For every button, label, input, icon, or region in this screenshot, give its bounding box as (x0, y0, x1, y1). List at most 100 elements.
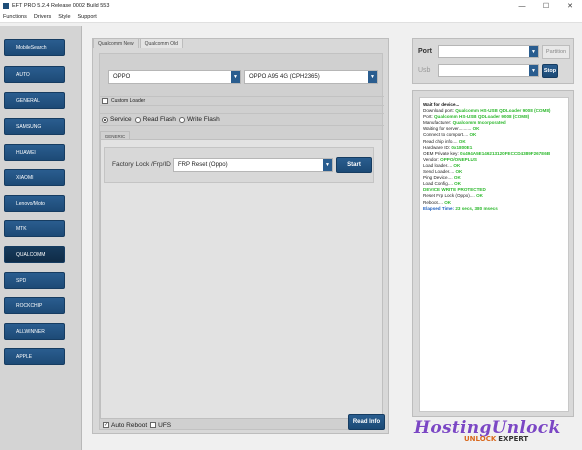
mode-service-label: Service (110, 116, 132, 123)
custom-loader-row: Custom Loader (100, 96, 384, 106)
log-line-value: OK (453, 162, 461, 168)
maximize-button[interactable]: ☐ (534, 0, 558, 12)
watermark-subtitle: UNLOCK EXPERT (464, 435, 528, 443)
mode-read-flash-label: Read Flash (142, 116, 176, 123)
port-label: Port (418, 48, 432, 55)
minimize-button[interactable]: — (510, 0, 534, 12)
log-line-value: Qualcomm Incorporated (452, 120, 506, 126)
sidebar-item-allwinner[interactable]: ALLWINNER (4, 323, 65, 340)
log-line-label: Hardware ID: (423, 144, 452, 150)
log-line-label: Connect to comport.... (423, 132, 470, 138)
log-line-label: OEM Private key: (423, 150, 461, 156)
chevron-down-icon: ▼ (529, 65, 538, 76)
log-line-label: Load loader.... (423, 162, 454, 168)
watermark: HostingUnlock UNLOCK EXPERT (410, 418, 578, 448)
log-line-value: OK (469, 132, 477, 138)
log-line-value: 23 secs, 380 msecs (455, 205, 498, 211)
auto-reboot-label: Auto Reboot (111, 421, 148, 429)
log-line-value: OK (458, 138, 466, 144)
tab-qualcomm-new[interactable]: Qualcomm New (93, 38, 139, 48)
port-select[interactable]: ▼ (438, 45, 539, 58)
menu-style[interactable]: Style (58, 14, 70, 20)
chevron-down-icon: ▼ (323, 159, 332, 171)
sidebar: MobileSearch AUTO GENERAL SAMSUNG HUAWEI… (0, 26, 82, 450)
custom-loader-checkbox[interactable] (102, 98, 108, 104)
frp-label: Factory Lock /Frp/ID (112, 161, 171, 168)
ufs-checkbox[interactable] (150, 422, 157, 428)
menu-functions[interactable]: Functions (3, 14, 27, 20)
chevron-down-icon: ▼ (529, 46, 538, 57)
log-line-value: OK (455, 169, 463, 175)
usb-select[interactable]: ▼ (438, 64, 539, 77)
brand-select[interactable]: OPPO ▼ (108, 70, 241, 84)
sidebar-item-general[interactable]: GENERAL (4, 92, 65, 109)
sidebar-item-xiaomi[interactable]: XIAOMI (4, 169, 65, 186)
stop-button[interactable]: Stop (542, 64, 558, 78)
log-line-value: Qualcomm HS-USB QDLoader 9008 (COM8) (455, 108, 551, 114)
tab-qualcomm-old[interactable]: Qualcomm Old (139, 38, 183, 48)
sidebar-item-lenovo-moto[interactable]: Lenovo/Moto (4, 195, 65, 212)
log-line-label: Load Config.... (423, 181, 455, 187)
log-line-value: OK (453, 175, 461, 181)
start-button[interactable]: Start (336, 157, 372, 173)
read-info-button[interactable]: Read Info (348, 414, 385, 430)
sidebar-item-samsung[interactable]: SAMSUNG (4, 118, 65, 135)
auto-reboot-checkbox[interactable]: ✓ (103, 422, 109, 428)
log-line-label: Send Loader.... (423, 169, 456, 175)
mode-write-flash-radio[interactable] (178, 116, 185, 123)
sidebar-item-apple[interactable]: APPLE (4, 348, 65, 365)
log-output: Wait for device... Download port: Qualcom… (419, 97, 569, 412)
log-line-value: OK (472, 126, 480, 132)
model-select-value: OPPO A95 4G (CPH2365) (249, 74, 320, 80)
model-select[interactable]: OPPO A95 4G (CPH2365) ▼ (244, 70, 378, 84)
log-line-label: Read chip info.... (423, 138, 459, 144)
log-line-value: 0x1800E1 (451, 144, 473, 150)
log-panel: Wait for device... Download port: Qualcom… (412, 90, 574, 417)
log-line-value: OPPO/ONEPLUS (440, 156, 477, 162)
port-panel: Port ▼ Partition Usb ▼ Stop (412, 38, 574, 84)
frp-panel: Factory Lock /Frp/ID FRP Reset (Oppo) ▼ … (104, 147, 374, 183)
watermark-unlock: UNLOCK (464, 435, 497, 443)
menu-support[interactable]: Support (78, 14, 97, 20)
log-line-label: Reboot.... (423, 199, 445, 205)
options-row: ✓ Auto Reboot UFS (100, 419, 384, 431)
log-line-label: DEVICE WRITE PROTECTED (423, 187, 486, 193)
sidebar-item-huawei[interactable]: HUAWEI (4, 144, 65, 161)
mode-read-flash-radio[interactable] (134, 116, 141, 123)
mode-service-radio[interactable] (102, 116, 108, 123)
sidebar-item-spd[interactable]: SPD (4, 272, 65, 289)
chevron-down-icon: ▼ (231, 71, 240, 83)
tab-content: OPPO ▼ OPPO A95 4G (CPH2365) ▼ Custom Lo… (99, 53, 385, 431)
title-bar: EFT PRO 5.2.4 Release 0002 Build 553 — ☐… (0, 0, 582, 12)
window-controls: — ☐ ✕ (510, 0, 582, 12)
window-title: EFT PRO 5.2.4 Release 0002 Build 553 (12, 3, 110, 9)
sidebar-item-auto[interactable]: AUTO (4, 66, 65, 83)
log-line-label: Reset Frp Lock (Oppo).... (423, 193, 477, 199)
watermark-expert: EXPERT (498, 435, 529, 443)
log-line-value: OK (476, 193, 483, 199)
menu-bar: Functions Drivers Style Support (0, 12, 582, 23)
log-line-label: Waiting for server.......... (423, 126, 473, 132)
frp-select[interactable]: FRP Reset (Oppo) ▼ (173, 158, 333, 172)
mode-write-flash-label: Write Flash (186, 116, 220, 123)
log-line-label: Ping Device.... (423, 175, 454, 181)
log-line-label: Vendor: (423, 156, 441, 162)
sidebar-item-rockchip[interactable]: ROCKCHIP (4, 297, 65, 314)
log-line-value: OK (454, 181, 462, 187)
sidebar-item-mobilesearch[interactable]: MobileSearch (4, 39, 65, 56)
log-line-value: OK (444, 199, 452, 205)
mode-row: Service Read Flash Write Flash (100, 113, 384, 126)
log-line: Elapsed Time: 23 secs, 380 msecs (423, 206, 565, 212)
brand-select-value: OPPO (113, 74, 131, 80)
ufs-label: UFS (158, 421, 172, 429)
log-line-value: 0x494A5E146213120FECCD4389F267E6B (460, 150, 551, 156)
usb-label: Usb (418, 67, 431, 74)
sidebar-item-mtk[interactable]: MTK (4, 220, 65, 237)
partition-button[interactable]: Partition (542, 45, 570, 59)
menu-drivers[interactable]: Drivers (34, 14, 51, 20)
log-line-label: Elapsed Time: (423, 205, 456, 211)
log-line-label: Manufacturer: (423, 120, 453, 126)
sidebar-item-qualcomm[interactable]: QUALCOMM (4, 246, 65, 263)
close-button[interactable]: ✕ (558, 0, 582, 12)
log-line-label: Port: (423, 114, 434, 120)
